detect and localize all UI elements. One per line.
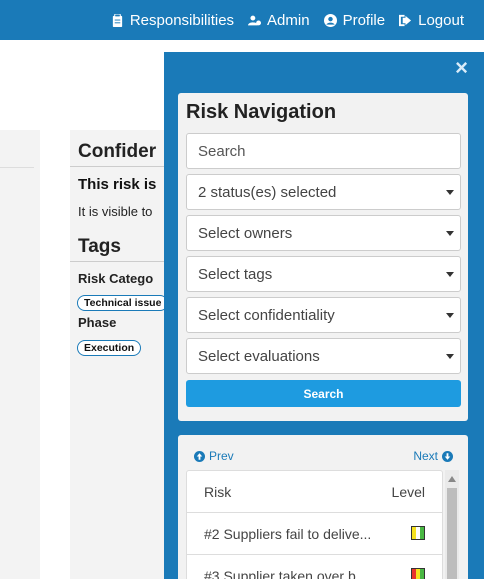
divider (0, 167, 34, 168)
logout-link[interactable]: Logout (399, 12, 464, 29)
logout-label: Logout (418, 12, 464, 29)
table-row[interactable]: #2 Suppliers fail to delive... (187, 513, 442, 555)
tags-select[interactable]: Select tags (186, 256, 461, 292)
profile-label: Profile (342, 12, 386, 29)
risk-navigation-title: Risk Navigation (186, 101, 337, 123)
tags-heading: Tags (78, 236, 121, 257)
risk-navigation-drawer: × Risk Navigation 2 status(es) selected … (164, 52, 484, 579)
confidentiality-heading: Confider (78, 141, 157, 162)
owners-select-value: Select owners (198, 224, 293, 242)
visibility-text: It is visible to (78, 204, 153, 219)
status-select-value: 2 status(es) selected (198, 183, 337, 201)
users-cog-icon (248, 15, 262, 26)
search-input[interactable] (198, 142, 449, 160)
arrow-circle-down-icon (442, 450, 453, 462)
table-header-row: Risk Level (187, 471, 442, 513)
risk-list-card: Prev Next Risk Level #2 Suppliers fail t… (178, 435, 468, 579)
level-segment (420, 568, 424, 579)
tags-select-value: Select tags (198, 265, 273, 283)
evaluations-select-value: Select evaluations (198, 347, 320, 365)
caret-down-icon (446, 231, 454, 236)
admin-link[interactable]: Admin (248, 12, 310, 29)
search-field[interactable] (186, 133, 461, 169)
owners-select[interactable]: Select owners (186, 215, 461, 251)
pager: Prev Next (194, 449, 453, 465)
responsibilities-label: Responsibilities (129, 12, 235, 29)
risk-table: Risk Level #2 Suppliers fail to delive..… (186, 470, 443, 579)
column-header-level: Level (391, 483, 425, 500)
prev-button[interactable]: Prev (194, 449, 234, 463)
confidentiality-select-value: Select confidentiality (198, 306, 335, 324)
user-circle-icon (323, 14, 337, 27)
column-header-risk: Risk (204, 483, 232, 500)
caret-down-icon (446, 272, 454, 277)
status-select[interactable]: 2 status(es) selected (186, 174, 461, 210)
level-segment (420, 526, 424, 539)
caret-down-icon (446, 354, 454, 359)
risk-navigation-card: Risk Navigation 2 status(es) selected Se… (178, 93, 468, 421)
sign-out-icon (399, 14, 412, 27)
next-label: Next (413, 449, 438, 463)
list-scrollbar[interactable] (445, 470, 459, 579)
arrow-circle-up-icon (194, 450, 205, 462)
level-cell (385, 525, 425, 542)
scrollbar-thumb[interactable] (447, 488, 457, 579)
risk-level-indicator (411, 567, 425, 579)
confidentiality-select[interactable]: Select confidentiality (186, 297, 461, 333)
left-background-panel (0, 130, 40, 579)
level-cell (385, 567, 425, 579)
top-navbar: Responsibilities Admin Profile Logout (0, 0, 484, 40)
scroll-up-icon[interactable] (448, 476, 456, 482)
top-nav-links: Responsibilities Admin Profile Logout (111, 12, 464, 29)
responsibilities-link[interactable]: Responsibilities (111, 12, 234, 29)
caret-down-icon (446, 190, 454, 195)
risk-confidentiality-text: This risk is (78, 176, 157, 193)
evaluations-select[interactable]: Select evaluations (186, 338, 461, 374)
risk-name: #3 Supplier taken over b... (204, 567, 368, 579)
phase-label: Phase (78, 315, 117, 330)
search-button[interactable]: Search (186, 380, 461, 407)
risk-category-tag[interactable]: Technical issue (77, 295, 169, 311)
admin-label: Admin (267, 12, 310, 29)
close-icon[interactable]: × (455, 57, 468, 79)
prev-label: Prev (209, 449, 234, 463)
caret-down-icon (446, 313, 454, 318)
risk-level-indicator (411, 525, 425, 540)
next-button[interactable]: Next (413, 449, 453, 463)
clipboard-icon (112, 14, 122, 27)
risk-category-label: Risk Catego (78, 271, 154, 286)
phase-tag[interactable]: Execution (77, 340, 142, 356)
table-row[interactable]: #3 Supplier taken over b... (187, 555, 442, 579)
profile-link[interactable]: Profile (323, 12, 386, 29)
risk-name: #2 Suppliers fail to delive... (204, 525, 372, 542)
